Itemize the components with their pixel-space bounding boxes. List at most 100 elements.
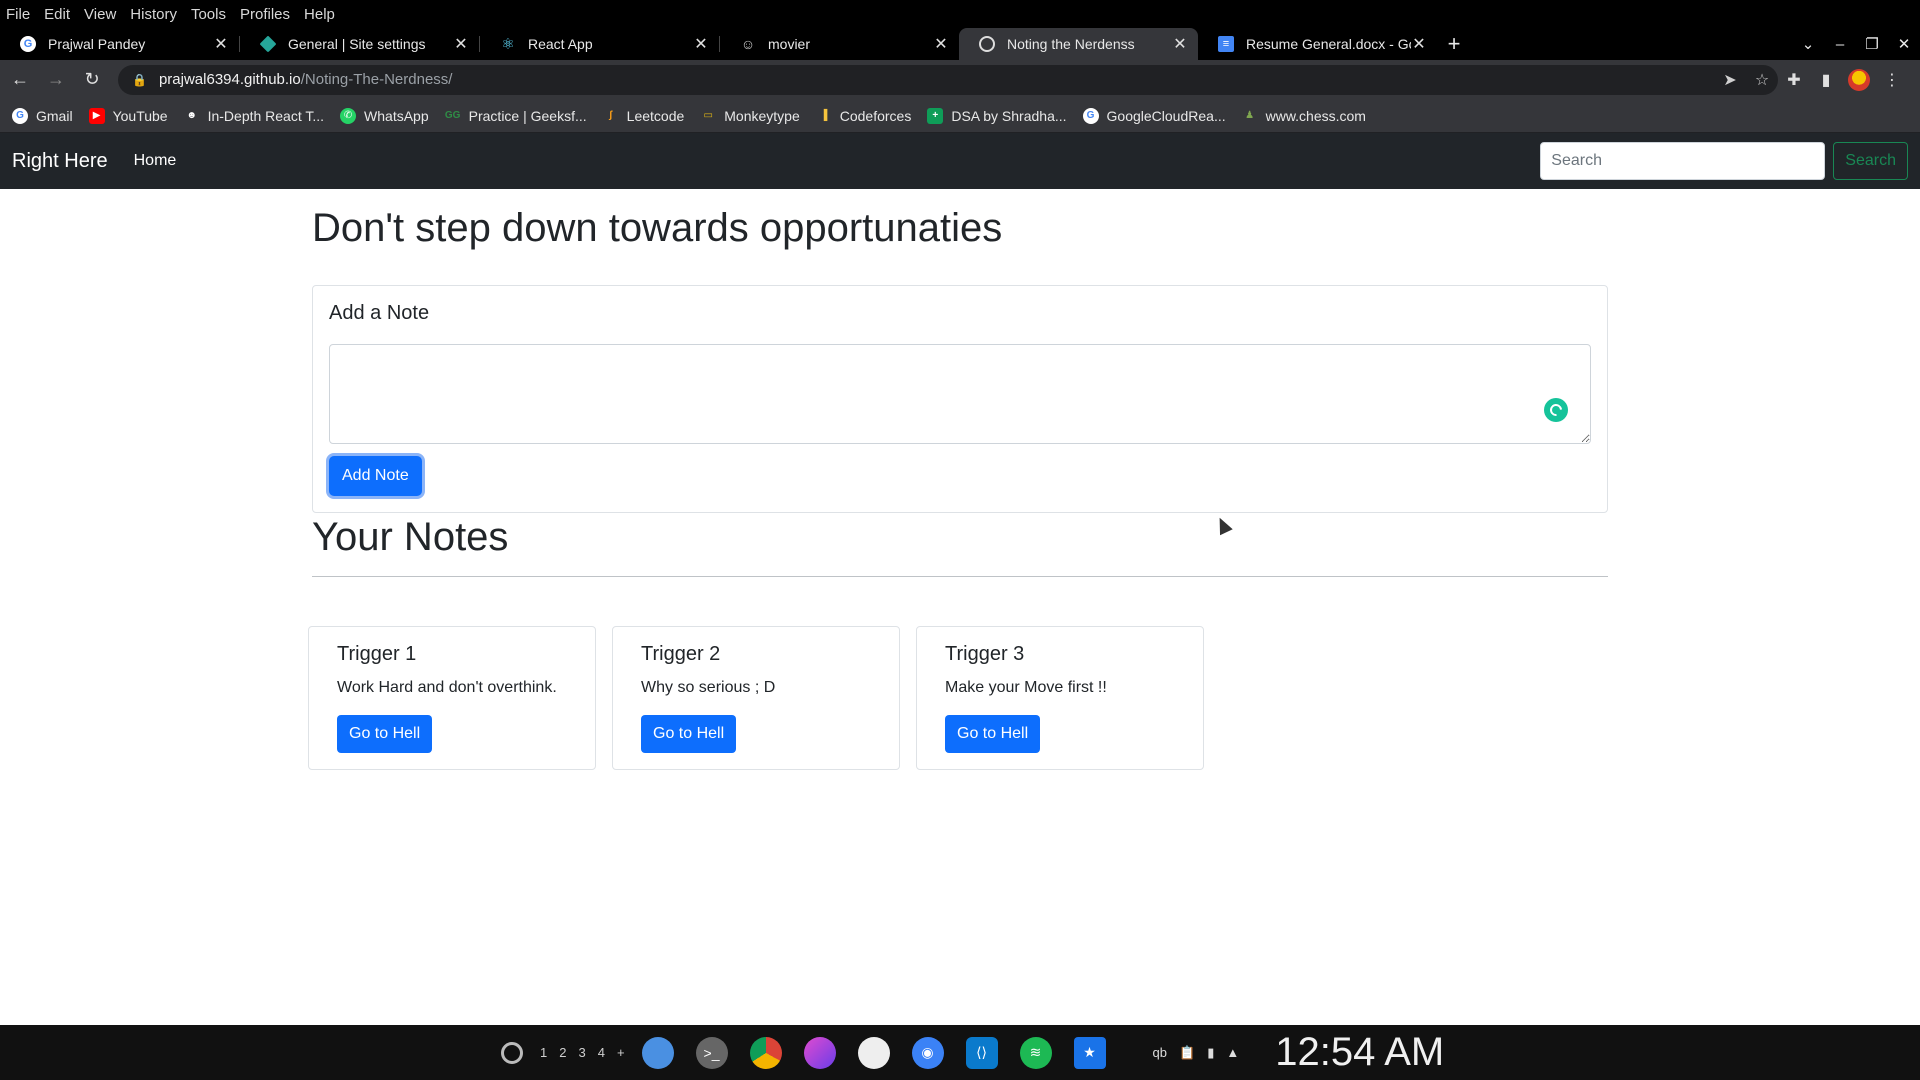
workspace-switcher: 1 2 3 4 + <box>534 1045 631 1060</box>
note-text: Make your Move first !! <box>945 679 1107 696</box>
tab-title: Prajwal Pandey <box>48 36 146 52</box>
tab-movier[interactable]: ☺ movier ✕ <box>720 28 959 60</box>
tab-prajwal-pandey[interactable]: G Prajwal Pandey ✕ <box>0 28 239 60</box>
restore-icon[interactable]: ❐ <box>1856 28 1888 60</box>
tab-title: General | Site settings <box>288 36 426 52</box>
globe-icon <box>979 36 995 52</box>
bookmark-monkeytype[interactable]: ▭ Monkeytype <box>700 108 800 124</box>
reload-icon[interactable]: ↻ <box>76 69 108 90</box>
bookmark-chess[interactable]: ♟ www.chess.com <box>1242 108 1366 124</box>
battery-icon[interactable]: ▮ <box>1207 1045 1214 1061</box>
bookmark-star-icon[interactable]: ☆ <box>1746 70 1778 90</box>
note-textarea[interactable] <box>329 344 1591 444</box>
go-to-hell-button[interactable]: Go to Hell <box>945 715 1041 753</box>
menu-view[interactable]: View <box>84 6 116 23</box>
tab-resume-doc[interactable]: ≡ Resume General.docx - Goog ✕ <box>1198 28 1437 60</box>
spotify-icon[interactable]: ≋ <box>1019 1036 1052 1069</box>
youtube-icon: ▶ <box>88 107 105 124</box>
note-title: Trigger 2 <box>641 643 721 665</box>
extensions-icon[interactable]: ✚ <box>1778 70 1810 90</box>
grammarly-icon[interactable] <box>1544 398 1568 422</box>
tab-title: React App <box>528 36 593 52</box>
go-to-hell-button[interactable]: Go to Hell <box>641 715 737 753</box>
more-menu-icon[interactable]: ⋮ <box>1876 70 1908 90</box>
tray-app-icon[interactable]: qb <box>1153 1045 1167 1060</box>
menu-file[interactable]: File <box>6 6 30 23</box>
close-icon[interactable]: ✕ <box>453 34 469 54</box>
send-icon[interactable]: ➤ <box>1714 70 1746 90</box>
workspace-2[interactable]: 2 <box>559 1045 566 1060</box>
react-icon: ⚛ <box>501 36 515 53</box>
search-button[interactable]: Search <box>1833 142 1908 180</box>
site-navbar: Right Here Home Search <box>0 133 1920 189</box>
address-bar[interactable]: 🔒 prajwal6394.github.io/Noting-The-Nerdn… <box>118 64 1778 95</box>
nav-home-link[interactable]: Home <box>134 152 177 170</box>
menu-profiles[interactable]: Profiles <box>240 6 290 23</box>
tab-site-settings[interactable]: General | Site settings ✕ <box>240 28 479 60</box>
folder-icon[interactable]: ★ <box>1073 1036 1106 1069</box>
close-icon[interactable]: ✕ <box>693 34 709 54</box>
tab-react-app[interactable]: ⚛ React App ✕ <box>480 28 719 60</box>
chrome-icon[interactable] <box>749 1036 782 1069</box>
web-page: Right Here Home Search Don't step down t… <box>0 133 1920 1025</box>
workspace-1[interactable]: 1 <box>540 1045 547 1060</box>
whatsapp-icon: ✆ <box>340 107 357 124</box>
bookmark-whatsapp[interactable]: ✆ WhatsApp <box>340 107 429 124</box>
vscode-icon[interactable]: ⟨⟩ <box>965 1036 998 1069</box>
launcher-icon[interactable] <box>501 1041 523 1064</box>
navbar-brand[interactable]: Right Here <box>12 150 108 173</box>
profile-avatar[interactable] <box>1848 68 1870 91</box>
tab-title: movier <box>768 36 811 52</box>
firefox-icon[interactable] <box>803 1036 836 1069</box>
tab-search-chevron-icon[interactable]: ⌄ <box>1792 28 1824 60</box>
bookmark-dsa-sheet[interactable]: + DSA by Shradha... <box>927 107 1067 124</box>
clipboard-icon[interactable]: 📋 <box>1179 1045 1195 1061</box>
go-to-hell-button[interactable]: Go to Hell <box>337 715 433 753</box>
menu-tools[interactable]: Tools <box>191 6 226 23</box>
bookmark-react-course[interactable]: ☻ In-Depth React T... <box>184 108 324 124</box>
google-icon: G <box>20 36 36 52</box>
bookmark-leetcode[interactable]: ʃ Leetcode <box>603 108 684 124</box>
url-host: prajwal6394.github.io <box>158 71 301 88</box>
bookmark-geeksforgeeks[interactable]: GG Practice | Geeksf... <box>445 108 587 124</box>
browser-toolbar: ← → ↻ 🔒 prajwal6394.github.io/Noting-The… <box>0 60 1920 99</box>
bookmark-gmail[interactable]: G Gmail <box>12 107 73 124</box>
close-icon[interactable]: ✕ <box>933 34 949 54</box>
bookmark-youtube[interactable]: ▶ YouTube <box>88 107 168 124</box>
back-icon[interactable]: ← <box>4 69 36 90</box>
close-icon[interactable]: ✕ <box>213 34 229 54</box>
menu-help[interactable]: Help <box>304 6 335 23</box>
taskbar-clock[interactable]: 12:54 AM <box>1275 1030 1444 1075</box>
bookmark-codeforces[interactable]: ▐ Codeforces <box>816 108 911 124</box>
menu-edit[interactable]: Edit <box>44 6 70 23</box>
chess-icon: ♟ <box>1245 110 1255 121</box>
add-note-button[interactable]: Add Note <box>329 456 422 496</box>
toggle-app-icon[interactable]: ◉ <box>911 1036 944 1069</box>
divider <box>312 576 1608 577</box>
tray-expand-icon[interactable]: ▲ <box>1226 1045 1239 1060</box>
files-icon[interactable] <box>641 1036 674 1069</box>
note-text: Work Hard and don't overthink. <box>337 679 557 696</box>
bookmark-google-cloud[interactable]: G GoogleCloudRea... <box>1082 107 1226 124</box>
user-icon: ☻ <box>186 110 197 121</box>
note-text: Why so serious ; D <box>641 679 776 696</box>
workspace-3[interactable]: 3 <box>578 1045 585 1060</box>
lock-icon[interactable]: 🔒 <box>132 73 147 87</box>
new-tab-button[interactable]: + <box>1437 28 1471 60</box>
close-window-icon[interactable]: ✕ <box>1888 28 1920 60</box>
close-icon[interactable]: ✕ <box>1172 34 1188 54</box>
close-icon[interactable]: ✕ <box>1411 34 1427 54</box>
menu-history[interactable]: History <box>130 6 177 23</box>
terminal-icon[interactable]: >_ <box>695 1036 728 1069</box>
side-panel-icon[interactable]: ▮ <box>1810 70 1842 90</box>
clock-app-icon[interactable] <box>857 1036 890 1069</box>
minimize-icon[interactable]: – <box>1824 28 1856 60</box>
url-path: /Noting-The-Nerdness/ <box>300 71 453 88</box>
workspace-4[interactable]: 4 <box>598 1045 605 1060</box>
search-input[interactable] <box>1540 142 1826 180</box>
mouse-cursor-icon <box>1213 514 1233 536</box>
note-card: Trigger 2 Why so serious ; D Go to Hell <box>612 626 900 770</box>
forward-icon[interactable]: → <box>40 69 72 90</box>
tab-noting-the-nerdness[interactable]: Noting the Nerdenss ✕ <box>959 28 1198 60</box>
add-workspace[interactable]: + <box>617 1045 625 1060</box>
